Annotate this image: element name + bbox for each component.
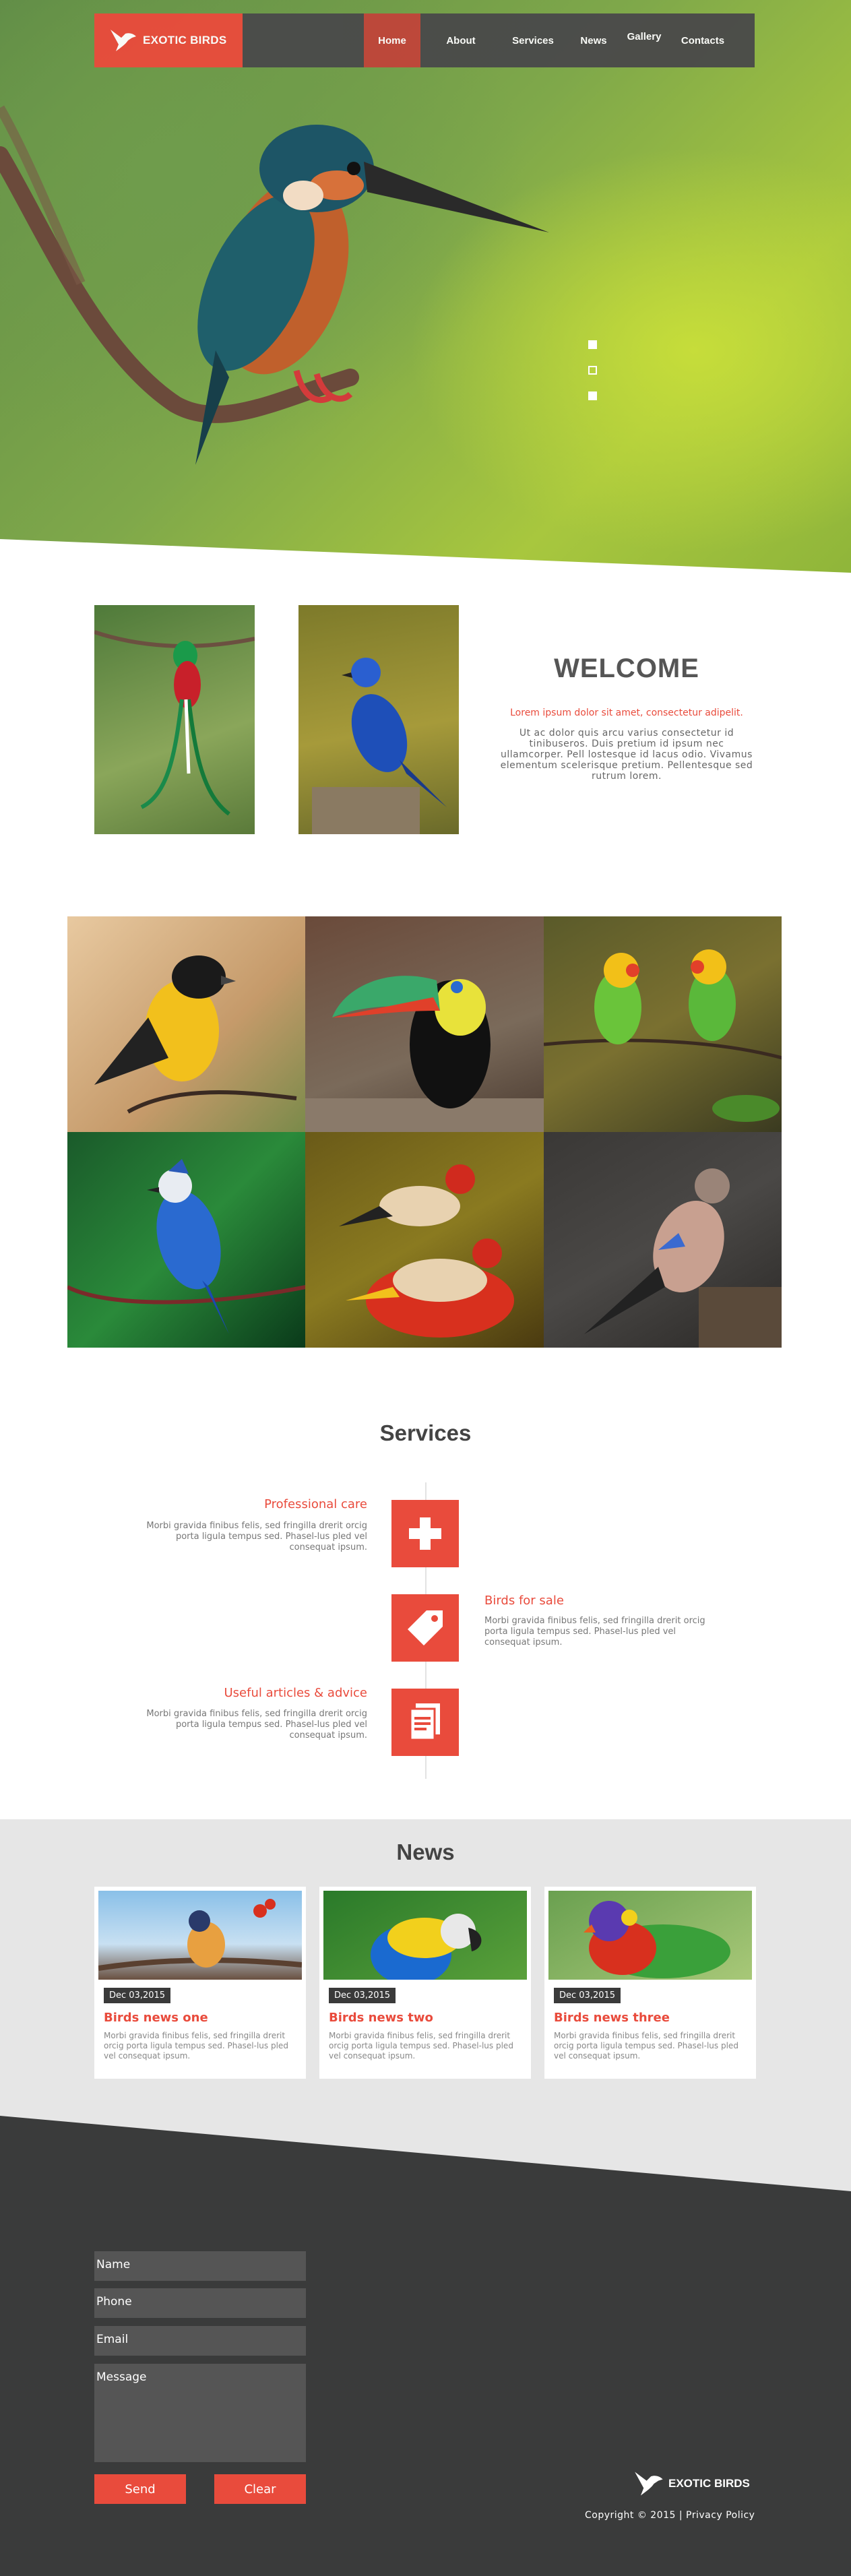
nav-about[interactable]: About	[420, 13, 501, 67]
footer-logo[interactable]: EXOTIC BIRDS	[633, 2469, 750, 2499]
service-text-1: Morbi gravida finibus felis, sed fringil…	[146, 1521, 367, 1552]
gallery-item[interactable]	[67, 916, 306, 1132]
toucan-illustration	[305, 976, 544, 1132]
nav-gallery[interactable]: Gallery	[623, 13, 666, 67]
goldfinch-illustration	[339, 1164, 515, 1338]
gallery-item[interactable]	[543, 916, 782, 1132]
page: EXOTIC BIRDS Home About Services News Ga…	[0, 0, 851, 2576]
welcome-body: Ut ac dolor quis arcu varius consectetur…	[500, 728, 753, 782]
name-field[interactable]: Name	[94, 2251, 306, 2281]
welcome-lead: Lorem ipsum dolor sit amet, consectetur …	[510, 708, 743, 718]
gallery-item[interactable]	[305, 916, 544, 1132]
send-button[interactable]: Send	[94, 2474, 186, 2504]
bluejay-illustration	[67, 1159, 306, 1334]
quetzal-illustration	[94, 630, 255, 816]
slider-dot-3[interactable]	[588, 391, 597, 400]
gallery-item[interactable]	[67, 1132, 306, 1348]
news-item-text: Morbi gravida finibus felis, sed fringil…	[104, 2031, 288, 2061]
hummingbird-icon	[635, 2472, 663, 2496]
slider-pagination	[588, 340, 597, 417]
news-item-text: Morbi gravida finibus felis, sed fringil…	[329, 2031, 513, 2061]
message-field[interactable]: Message	[94, 2364, 306, 2462]
phone-field[interactable]: Phone	[94, 2288, 306, 2318]
nav-contacts[interactable]: Contacts	[666, 13, 740, 67]
gallery-grid	[67, 916, 782, 1348]
service-title-3: Useful articles & advice	[224, 1686, 368, 1700]
news-item-title[interactable]: Birds news one	[104, 2011, 208, 2025]
news-image	[548, 1891, 752, 1980]
welcome-title: WELCOME	[554, 654, 699, 683]
news-date: Dec 03,2015	[104, 1988, 171, 2003]
news-image	[98, 1891, 302, 1980]
yellow-bird-illustration	[94, 955, 297, 1114]
service-text-2: Morbi gravida finibus felis, sed fringil…	[484, 1616, 705, 1647]
document-icon	[391, 1689, 459, 1756]
news-card[interactable]: Dec 03,2015 Birds news one Morbi gravida…	[94, 1887, 306, 2079]
nav-services[interactable]: Services	[501, 13, 565, 67]
jay-illustration	[584, 1168, 782, 1348]
news-title: News	[396, 1840, 455, 1864]
top-navbar: EXOTIC BIRDS Home About Services News Ga…	[94, 13, 755, 67]
bluebird-image	[298, 605, 459, 834]
logo-text: EXOTIC BIRDS	[143, 34, 227, 46]
news-item-title[interactable]: Birds news three	[554, 2011, 670, 2025]
news-card[interactable]: Dec 03,2015 Birds news two Morbi gravida…	[319, 1887, 531, 2079]
gallery-item[interactable]	[543, 1132, 782, 1348]
nav-home[interactable]: Home	[364, 13, 420, 67]
bluebird-illustration	[312, 658, 447, 834]
email-field[interactable]: Email	[94, 2326, 306, 2356]
service-text-3: Morbi gravida finibus felis, sed fringil…	[146, 1709, 367, 1740]
news-item-text: Morbi gravida finibus felis, sed fringil…	[554, 2031, 738, 2061]
clear-button[interactable]: Clear	[214, 2474, 306, 2504]
quetzal-image	[94, 605, 255, 834]
gallery-item[interactable]	[305, 1132, 544, 1348]
lovebirds-illustration	[543, 949, 782, 1122]
tag-icon	[391, 1594, 459, 1662]
services-title: Services	[379, 1420, 472, 1445]
news-date: Dec 03,2015	[554, 1988, 621, 2003]
footer-logo-text: EXOTIC BIRDS	[668, 2477, 750, 2490]
news-item-title[interactable]: Birds news two	[329, 2011, 433, 2025]
service-title-1: Professional care	[264, 1497, 367, 1511]
plus-icon	[391, 1500, 459, 1567]
slider-dot-1[interactable]	[588, 340, 597, 349]
site-logo[interactable]: EXOTIC BIRDS	[94, 13, 243, 67]
nav-news[interactable]: News	[565, 13, 623, 67]
hero-angled-edge	[0, 539, 851, 579]
hummingbird-icon	[111, 30, 136, 51]
main-nav: Home About Services News Gallery Contact…	[364, 13, 740, 67]
news-image	[323, 1891, 527, 1980]
hero-slider: EXOTIC BIRDS Home About Services News Ga…	[0, 0, 851, 579]
slider-dot-2[interactable]	[588, 366, 597, 375]
news-card[interactable]: Dec 03,2015 Birds news three Morbi gravi…	[544, 1887, 756, 2079]
copyright-text: Copyright © 2015 | Privacy Policy	[585, 2510, 755, 2521]
news-date: Dec 03,2015	[329, 1988, 396, 2003]
service-title-2: Birds for sale	[484, 1594, 564, 1608]
